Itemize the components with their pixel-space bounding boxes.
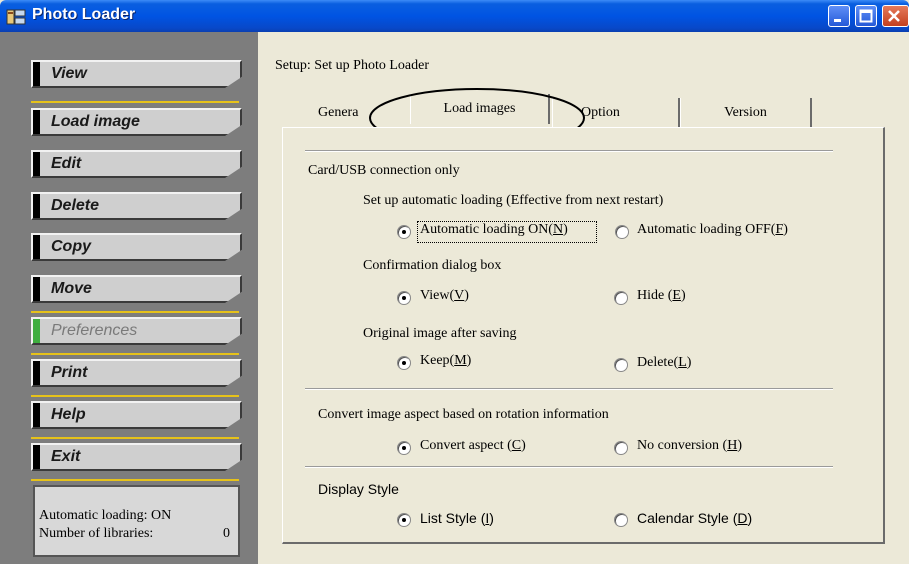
close-icon [888, 10, 900, 22]
sidebar-separator [31, 101, 239, 103]
sidebar-item-delete[interactable]: Delete [31, 192, 242, 220]
sidebar-item-print[interactable]: Print [31, 359, 242, 387]
sidebar-item-label: Copy [51, 238, 91, 255]
sidebar-item-label: Preferences [51, 322, 138, 339]
sidebar-separator [31, 479, 239, 481]
sidebar-item-label: Move [51, 280, 92, 297]
display-style-heading: Display Style [318, 481, 399, 497]
list-style-radio[interactable] [397, 513, 411, 527]
sidebar-item-move[interactable]: Move [31, 275, 242, 303]
convert-aspect-heading: Convert image aspect based on rotation i… [318, 407, 609, 422]
sidebar-item-label: Help [51, 406, 86, 423]
sidebar-item-label: Delete [51, 197, 100, 214]
sidebar-item-label: Load image [51, 113, 140, 130]
original-delete-label[interactable]: Delete(L) [637, 355, 691, 371]
libraries-label: Number of libraries: [39, 526, 154, 541]
divider [305, 388, 833, 390]
maximize-icon [859, 9, 873, 23]
sidebar-separator [31, 395, 239, 397]
sidebar-item-label: Print [51, 364, 88, 381]
focus-indicator [417, 221, 597, 243]
original-keep-label[interactable]: Keep(M) [420, 353, 471, 369]
sidebar-item-exit[interactable]: Exit [31, 443, 242, 471]
sidebar-item-help[interactable]: Help [31, 401, 242, 429]
confirmation-hide-radio[interactable] [614, 291, 628, 305]
confirmation-hide-label[interactable]: Hide (E) [637, 288, 686, 304]
minimize-button[interactable] [828, 5, 850, 27]
calendar-style-radio[interactable] [614, 513, 628, 527]
confirmation-view-radio[interactable] [397, 291, 411, 305]
status-panel: Automatic loading: ON Number of librarie… [33, 485, 240, 557]
no-conversion-label[interactable]: No conversion (H) [637, 438, 742, 454]
tab-label: Version [724, 105, 767, 120]
tab-version[interactable]: Version [680, 98, 812, 128]
minimize-icon [834, 19, 841, 22]
tab-label: Genera [318, 105, 359, 120]
sidebar-separator [31, 311, 239, 313]
auto-loading-heading: Set up automatic loading (Effective from… [363, 193, 664, 208]
window-title: Photo Loader [32, 6, 136, 23]
original-delete-radio[interactable] [614, 358, 628, 372]
auto-loading-off-radio[interactable] [615, 225, 629, 239]
calendar-style-label[interactable]: Calendar Style (D) [637, 510, 752, 526]
maximize-button[interactable] [855, 5, 877, 27]
divider [305, 466, 833, 468]
sidebar-item-label: View [51, 65, 87, 82]
page-title: Setup: Set up Photo Loader [275, 58, 429, 73]
confirmation-heading: Confirmation dialog box [363, 258, 502, 273]
auto-loading-status: Automatic loading: ON [39, 507, 238, 525]
sidebar-item-label: Exit [51, 448, 81, 465]
confirmation-view-label[interactable]: View(V) [420, 288, 469, 304]
sidebar-item-load-image[interactable]: Load image [31, 108, 242, 136]
auto-loading-label: Automatic loading: [39, 508, 148, 523]
sidebar-item-copy[interactable]: Copy [31, 233, 242, 261]
convert-aspect-radio[interactable] [397, 441, 411, 455]
convert-aspect-label[interactable]: Convert aspect (C) [420, 438, 526, 454]
divider [305, 150, 833, 152]
title-bar: Photo Loader [0, 0, 909, 32]
auto-loading-on-radio[interactable] [397, 225, 411, 239]
sidebar-separator [31, 437, 239, 439]
original-keep-radio[interactable] [397, 356, 411, 370]
libraries-status: Number of libraries: 0 [39, 525, 238, 543]
original-image-heading: Original image after saving [363, 326, 517, 341]
sidebar-separator [31, 353, 239, 355]
close-button[interactable] [882, 5, 909, 27]
libraries-value: 0 [223, 526, 230, 541]
section-card-usb: Card/USB connection only [308, 163, 460, 178]
auto-loading-value: ON [150, 508, 172, 523]
auto-loading-off-label[interactable]: Automatic loading OFF(F) [637, 222, 788, 238]
sidebar-item-label: Edit [51, 155, 82, 172]
no-conversion-radio[interactable] [614, 441, 628, 455]
sidebar-item-edit[interactable]: Edit [31, 150, 242, 178]
tab-general[interactable]: Genera [318, 98, 368, 128]
sidebar-item-view[interactable]: View [31, 60, 242, 88]
photo-loader-app-icon [6, 9, 26, 25]
list-style-label[interactable]: List Style (I) [420, 510, 494, 526]
sidebar-item-preferences[interactable]: Preferences [31, 317, 242, 345]
